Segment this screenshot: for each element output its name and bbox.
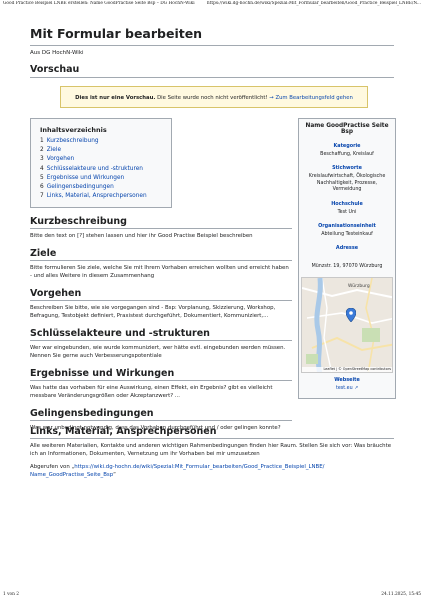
toc-link-vorgehen[interactable]: Vorgehen bbox=[47, 156, 75, 162]
infobox-kategorie-heading: Kategorie bbox=[333, 143, 361, 149]
section-text-links: Alle weiteren Materialien, Kontakte und … bbox=[30, 443, 392, 457]
section-heading-akteure: Schlüsselakteure und -strukturen bbox=[30, 328, 292, 341]
toc-item-number: 1 bbox=[40, 138, 44, 144]
toc-item[interactable]: 1 Kurzbeschreibung bbox=[38, 137, 164, 146]
section-heading-kurzbeschreibung: Kurzbeschreibung bbox=[30, 216, 292, 229]
infobox-orga: Abteilung Testeinkauf bbox=[321, 232, 373, 238]
page-source-note: Aus DG HochN-Wiki bbox=[30, 50, 84, 56]
preview-notice: Dies ist nur eine Vorschau. Die Seite wu… bbox=[60, 86, 368, 108]
retrieved-from-suffix: “ bbox=[113, 472, 116, 478]
goto-edit-link[interactable]: → Zum Bearbeitungsfeld gehen bbox=[268, 95, 353, 101]
infobox-webseite-link[interactable]: test.eu bbox=[336, 386, 353, 391]
page-title: Mit Formular bearbeiten bbox=[30, 26, 394, 46]
infobox-orga-heading: Organisationseinheit bbox=[318, 223, 376, 230]
toc-item[interactable]: 5 Ergebnisse und Wirkungen bbox=[38, 174, 164, 183]
preview-notice-bold: Dies ist nur eine Vorschau. bbox=[75, 95, 156, 101]
toc-item[interactable]: 6 Gelingensbedingungen bbox=[38, 183, 164, 192]
map-tiles: Würzburg bbox=[302, 277, 392, 372]
print-footer-page: 1 von 2 bbox=[3, 592, 19, 597]
map-marker-icon[interactable] bbox=[346, 307, 356, 322]
print-footer-date: 24.11.2025, 15:45 bbox=[381, 592, 421, 597]
retrieved-from-prefix: Abgerufen von „ bbox=[30, 464, 75, 470]
toc-link-ziele[interactable]: Ziele bbox=[47, 147, 61, 153]
infobox-title: Name GoodPractise Seite Bsp bbox=[305, 123, 389, 135]
toc-item-number: 7 bbox=[40, 193, 44, 200]
infobox-stichworte-heading: Stichworte bbox=[332, 165, 362, 172]
toc-item[interactable]: 2 Ziele bbox=[38, 146, 164, 155]
print-header-url: https://wiki.dg-hochn.de/wiki/Spezial:Mi… bbox=[206, 1, 421, 6]
toc-item[interactable]: 7 Links, Material, Ansprechpersonen bbox=[38, 192, 164, 201]
toc-item-number: 6 bbox=[40, 184, 44, 191]
print-footer: 1 von 2 24.11.2025, 15:45 bbox=[3, 592, 421, 598]
infobox: Name GoodPractise Seite Bsp Kategorie Be… bbox=[298, 118, 396, 399]
location-map[interactable]: Würzburg Leaflet | © OpenStreetMap contr… bbox=[301, 276, 393, 373]
toc-item[interactable]: 3 Vorgehen bbox=[38, 155, 164, 164]
section-heading-links: Links, Material, Ansprechpersonen bbox=[30, 426, 394, 439]
section-heading-vorgehen: Vorgehen bbox=[30, 288, 292, 301]
preview-notice-text: Die Seite wurde noch nicht veröffentlich… bbox=[155, 95, 268, 101]
infobox-webseite-heading: Webseite bbox=[334, 376, 360, 383]
retrieved-from-link[interactable]: https://wiki.dg-hochn.de/wiki/Spezial:Mi… bbox=[30, 464, 324, 478]
retrieved-from: Abgerufen von „https://wiki.dg-hochn.de/… bbox=[30, 463, 394, 479]
infobox-hochschule: Test Uni bbox=[337, 209, 357, 215]
toc-link-gelingen[interactable]: Gelingensbedingungen bbox=[47, 184, 114, 190]
section-text-akteure: Wer war eingebunden, wie wurde kommunizi… bbox=[30, 345, 286, 359]
main-sections: Kurzbeschreibung Bitte den text on [?] s… bbox=[30, 216, 292, 432]
infobox-webseite-row[interactable]: test.eu ↗ bbox=[299, 383, 395, 394]
table-of-contents: Inhaltsverzeichnis 1 Kurzbeschreibung 2 Zi… bbox=[30, 118, 172, 209]
main-sections-wide: Links, Material, Ansprechpersonen Alle w… bbox=[30, 426, 394, 479]
article-body: Inhaltsverzeichnis 1 Kurzbeschreibung 2 Zi… bbox=[30, 118, 396, 588]
section-heading-ziele: Ziele bbox=[30, 248, 292, 261]
infobox-stichworte: Kreislaufwirtschaft, Ökologische Nachhal… bbox=[308, 174, 386, 193]
section-text-vorgehen: Beschreiben Sie bitte, wie sie vorgegang… bbox=[30, 305, 276, 319]
print-header-title: Good Practice Beispiel LNBE erstellen: N… bbox=[3, 1, 195, 6]
external-link-icon: ↗ bbox=[354, 385, 359, 391]
print-header: Good Practice Beispiel LNBE erstellen: N… bbox=[3, 1, 421, 9]
toc-item-number: 3 bbox=[40, 156, 44, 163]
toc-link-kurzbeschreibung[interactable]: Kurzbeschreibung bbox=[47, 138, 99, 144]
infobox-kategorie: Beschaffung, Kreislauf bbox=[320, 152, 374, 157]
section-heading-gelingen: Gelingensbedingungen bbox=[30, 408, 292, 421]
map-attribution[interactable]: Leaflet | © OpenStreetMap contributors bbox=[302, 366, 392, 372]
section-text-ziele: Bitte formulieren Sie ziele, welche Sie … bbox=[30, 265, 289, 279]
toc-link-links[interactable]: Links, Material, Ansprechpersonen bbox=[47, 193, 147, 199]
preview-heading: Vorschau bbox=[30, 64, 394, 78]
section-heading-ergebnisse: Ergebnisse und Wirkungen bbox=[30, 368, 292, 381]
map-city-label: Würzburg bbox=[348, 283, 370, 289]
toc-item[interactable]: 4 Schlüsselakteure und -strukturen bbox=[38, 165, 164, 174]
toc-item-number: 4 bbox=[40, 165, 44, 172]
toc-link-ergebnisse[interactable]: Ergebnisse und Wirkungen bbox=[47, 175, 125, 181]
infobox-adresse: Münzstr. 19, 97070 Würzburg bbox=[311, 264, 383, 270]
toc-item-number: 5 bbox=[40, 174, 44, 181]
page-content: Mit Formular bearbeiten Aus DG HochN-Wik… bbox=[30, 26, 396, 588]
toc-link-akteure[interactable]: Schlüsselakteure und -strukturen bbox=[47, 166, 143, 172]
toc-item-number: 2 bbox=[40, 147, 44, 154]
infobox-adresse-heading: Adresse bbox=[335, 245, 359, 252]
infobox-hochschule-heading: Hochschule bbox=[331, 200, 363, 207]
section-text-ergebnisse: Was hatte das vorhaben für eine Auswirku… bbox=[30, 385, 273, 399]
toc-title: Inhaltsverzeichnis bbox=[40, 126, 107, 134]
section-text-kurzbeschreibung: Bitte den text on [?] stehen lassen und … bbox=[30, 233, 253, 239]
